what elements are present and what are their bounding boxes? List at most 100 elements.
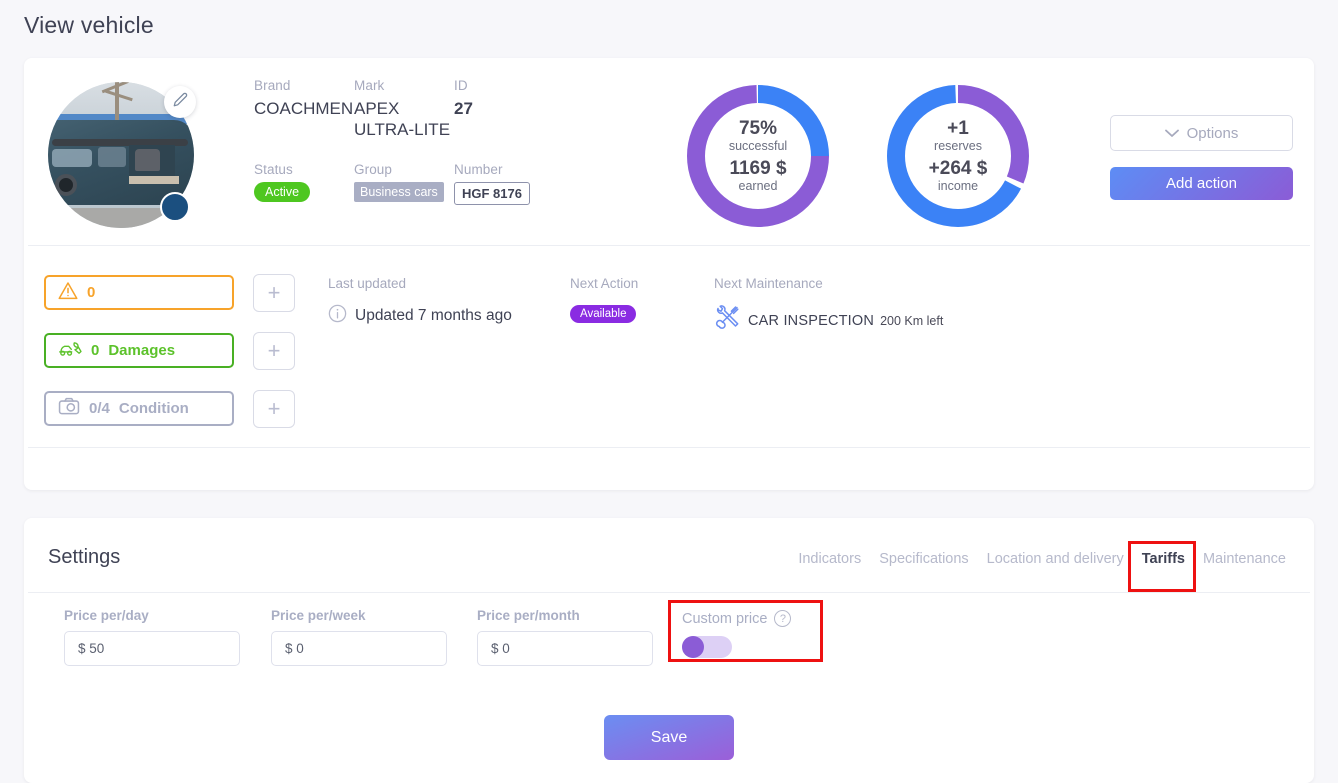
plus-icon: + [267,338,281,363]
last-updated-value: Updated 7 months ago [355,307,512,324]
next-maintenance-value-row: CAR INSPECTION 200 Km left [714,304,943,337]
tab-tariffs[interactable]: Tariffs [1142,551,1185,567]
custom-price-label: Custom price [682,610,768,627]
spec-row-2: Status Active Group Business cars Number… [254,162,554,205]
pencil-icon [173,92,188,112]
donut-successful-amount-caption: earned [738,178,778,193]
number-plate-badge: HGF 8176 [454,182,530,205]
question-mark-icon[interactable]: ? [774,610,792,627]
spec-number: Number HGF 8176 [454,162,554,205]
vehicle-avatar-wrapper[interactable] [48,82,196,228]
card-divider-top [28,245,1310,246]
next-maintenance-distance: 200 Km left [880,313,944,328]
save-button-label: Save [650,728,688,746]
spec-mark-value: APEX ULTRA-LITE [354,99,451,139]
spec-status: Status Active [254,162,354,205]
custom-price-toggle[interactable] [682,636,732,658]
next-maintenance-label: Next Maintenance [714,276,823,291]
last-updated-value-row: Updated 7 months ago [328,304,512,328]
spec-mark: Mark APEX ULTRA-LITE [354,78,454,140]
chevron-down-icon [1164,125,1179,142]
spec-status-label: Status [254,162,293,177]
group-badge: Business cars [354,182,444,202]
save-button[interactable]: Save [604,715,734,760]
custom-price-toggle-knob [682,636,704,658]
price-per-week-input[interactable] [271,631,447,666]
price-per-week-field: Price per/week [271,608,447,666]
spec-mark-label: Mark [354,78,385,93]
donut-successful-percent-caption: successful [728,138,788,153]
warning-triangle-icon [58,281,78,305]
spec-brand-label: Brand [254,78,291,93]
indicator-damages-label: Damages [108,342,176,359]
page-title: View vehicle [24,12,154,38]
indicator-alerts-count: 0 [87,284,96,301]
last-updated-block: Last updated Updated 7 months ago [328,276,512,328]
settings-tabs: Indicators Specifications Location and d… [798,551,1286,567]
donut-chart-successful: 75% successful 1169 $ earned [684,82,832,230]
plus-icon: + [267,280,281,305]
edit-avatar-button[interactable] [164,86,196,118]
add-action-button[interactable]: Add action [1110,167,1293,200]
custom-price-block: Custom price ? [682,610,792,658]
custom-price-label-row: Custom price ? [682,610,792,627]
tab-maintenance[interactable]: Maintenance [1203,551,1286,567]
add-condition-button[interactable]: + [253,390,295,428]
price-per-month-field: Price per/month [477,608,653,666]
price-per-month-input[interactable] [477,631,653,666]
avatar-van-wheel [54,174,77,197]
next-maintenance-name: CAR INSPECTION [748,312,875,329]
donut-income-amount: +264 $ [928,157,988,179]
donut-income-amount-caption: income [937,178,979,193]
spec-group-label: Group [354,162,393,177]
donut-successful-center: 75% successful 1169 $ earned [684,82,832,230]
spec-number-label: Number [454,162,503,177]
spec-row-1: Brand COACHMEN Mark APEX ULTRA-LITE ID 2… [254,78,554,140]
avatar-van-seat [135,148,160,171]
spec-group: Group Business cars [354,162,454,205]
plus-icon: + [267,396,281,421]
view-vehicle-page: View vehicle Brand COACHMEN Mark APEX UL… [0,0,1338,783]
tab-specifications[interactable]: Specifications [879,551,968,567]
avatar-van-window-front [51,148,92,168]
add-damage-button[interactable]: + [253,332,295,370]
last-updated-label: Last updated [328,276,407,291]
add-action-label: Add action [1166,175,1237,192]
tab-indicators[interactable]: Indicators [798,551,861,567]
indicator-chip-damages[interactable]: 0 Damages [44,333,234,368]
options-button-label: Options [1186,124,1239,142]
next-action-badge: Available [570,305,637,323]
next-action-value-row: Available [570,304,638,323]
price-per-month-label: Price per/month [477,608,580,623]
donut-chart-income: +1 reserves +264 $ income [884,82,1032,230]
info-icon [328,304,347,328]
spec-id-label: ID [454,78,468,93]
donut-income-reserves: +1 [947,117,969,139]
price-per-day-field: Price per/day [64,608,240,666]
indicator-condition-count: 0/4 [89,400,110,417]
spec-brand-value: COACHMEN [254,99,354,118]
price-per-day-label: Price per/day [64,608,149,623]
price-per-day-input[interactable] [64,631,240,666]
indicator-chip-alerts[interactable]: 0 [44,275,234,310]
camera-icon [58,397,80,420]
tab-location-and-delivery[interactable]: Location and delivery [987,551,1124,567]
indicator-damages-count: 0 [91,342,100,359]
spec-brand: Brand COACHMEN [254,78,354,140]
group-badge-wrap: Business cars [354,182,454,202]
donut-income-center: +1 reserves +264 $ income [884,82,1032,230]
next-action-label: Next Action [570,276,639,291]
vehicle-specs: Brand COACHMEN Mark APEX ULTRA-LITE ID 2… [254,78,554,205]
spec-id: ID 27 [454,78,554,140]
next-maintenance-block: Next Maintenance CAR INSPECTION 200 Km l… [714,276,943,337]
price-per-week-label: Price per/week [271,608,366,623]
indicator-chip-condition[interactable]: 0/4 Condition [44,391,234,426]
tools-icon [714,304,742,337]
donut-successful-amount: 1169 $ [729,157,787,179]
donut-successful-percent: 75% [738,117,778,139]
status-badge: Active [254,182,311,202]
next-action-block: Next Action Available [570,276,638,323]
add-alert-button[interactable]: + [253,274,295,312]
avatar-status-dot [160,192,190,222]
options-button[interactable]: Options [1110,115,1293,151]
